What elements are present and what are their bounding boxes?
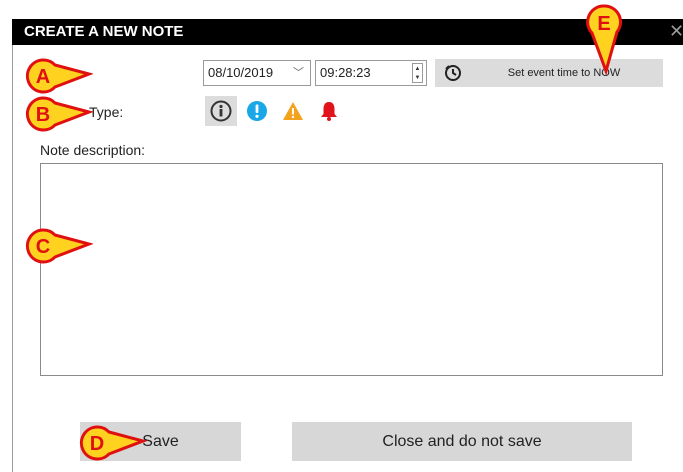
time-stepper[interactable]: ▲ ▼ <box>412 63 423 83</box>
type-exclamation-button[interactable] <box>241 96 273 126</box>
set-time-now-label: Set event time to NOW <box>507 67 621 79</box>
callout-a: A <box>25 58 93 94</box>
step-up-icon[interactable]: ▲ <box>415 66 421 72</box>
callout-c: C <box>25 228 93 264</box>
callout-b: B <box>25 96 93 132</box>
date-select[interactable]: 08/10/2019 ﹀ <box>203 60 311 86</box>
note-description-label: Note description: <box>40 142 146 158</box>
callout-e: E <box>586 4 622 75</box>
callout-e-label: E <box>597 13 610 35</box>
callout-d-label: D <box>90 433 104 455</box>
chevron-down-icon: ﹀ <box>293 67 304 79</box>
note-type-label: Type: <box>89 104 124 120</box>
callout-b-label: B <box>36 104 50 126</box>
type-warning-button[interactable] <box>277 96 309 126</box>
set-time-now-button[interactable]: Set event time to NOW <box>435 59 663 87</box>
time-value: 09:28:23 <box>320 65 371 80</box>
dialog-border <box>12 45 13 472</box>
dialog-title: CREATE A NEW NOTE <box>12 19 683 45</box>
bell-icon <box>321 102 337 121</box>
exclamation-icon <box>247 101 267 121</box>
background-window-strip <box>0 0 683 19</box>
time-input[interactable]: 09:28:23 ▲ ▼ <box>315 60 427 86</box>
callout-d: D <box>79 425 147 461</box>
date-value: 08/10/2019 <box>208 65 274 80</box>
warning-icon <box>283 102 303 120</box>
type-bell-button[interactable] <box>313 96 345 126</box>
step-down-icon[interactable]: ▼ <box>415 75 421 81</box>
note-description-textarea[interactable] <box>40 163 663 376</box>
close-icon[interactable]: ✕ <box>669 19 683 45</box>
close-without-saving-button[interactable]: Close and do not save <box>292 422 632 461</box>
info-icon <box>210 100 232 122</box>
callout-c-label: C <box>36 236 50 258</box>
callout-a-label: A <box>36 66 50 88</box>
type-info-button[interactable] <box>205 96 237 126</box>
